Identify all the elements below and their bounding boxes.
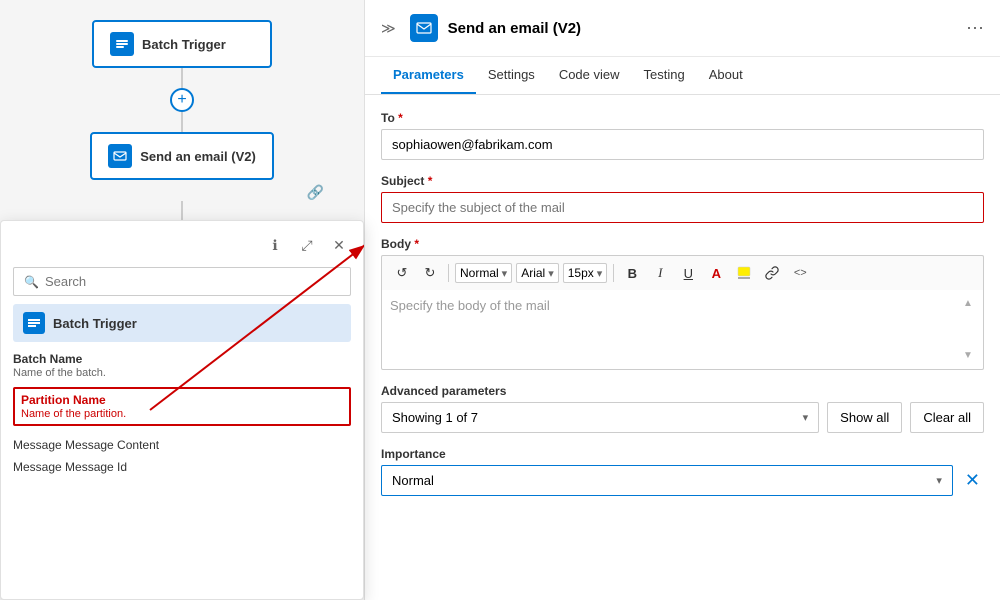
right-panel: ≫ Send an email (V2) ⋯ Parameters Settin…: [365, 0, 1000, 600]
importance-dropdown[interactable]: Normal ▾: [381, 465, 953, 496]
to-input[interactable]: [381, 129, 984, 160]
scroll-up-arrow[interactable]: ▲: [963, 298, 973, 309]
popup-header: ℹ ⤢ ✕: [13, 233, 351, 257]
partition-name-title: Partition Name: [21, 393, 343, 407]
importance-row: Importance Normal ▾ ✕: [381, 447, 984, 496]
highlight-btn[interactable]: [732, 261, 756, 285]
body-placeholder: Specify the body of the mail: [390, 298, 961, 361]
font-chevron: ▾: [548, 267, 554, 280]
info-btn[interactable]: ℹ: [263, 233, 287, 257]
action-title: Send an email (V2): [448, 20, 956, 37]
show-all-btn[interactable]: Show all: [827, 402, 902, 433]
batch-name-title: Batch Name: [13, 352, 351, 366]
clear-all-btn[interactable]: Clear all: [910, 402, 984, 433]
more-options-btn[interactable]: ⋯: [966, 18, 984, 39]
send-email-icon: [108, 144, 132, 168]
tab-about[interactable]: About: [697, 57, 755, 94]
search-input[interactable]: [45, 274, 340, 289]
selected-trigger[interactable]: Batch Trigger: [13, 304, 351, 342]
field-picker-popup: ℹ ⤢ ✕ 🔍 Batch Trigger Batch Name Name of…: [0, 220, 364, 600]
style-label: Normal: [460, 266, 499, 280]
workflow-canvas: Batch Trigger + Send an email (V2) 🔗 + ℹ…: [0, 0, 365, 600]
message-content-link[interactable]: Message Message Content: [13, 434, 351, 456]
search-box[interactable]: 🔍: [13, 267, 351, 296]
tab-code-view[interactable]: Code view: [547, 57, 632, 94]
showing-chevron: ▾: [803, 411, 809, 424]
connector-2: [181, 112, 183, 132]
expand-btn[interactable]: ⤢: [295, 233, 319, 257]
highlight-icon: [737, 266, 751, 280]
send-email-label: Send an email (V2): [140, 149, 256, 164]
rich-toolbar: ↺ ↻ Normal ▾ Arial ▾ 15px ▾ B I: [381, 255, 984, 290]
search-icon: 🔍: [24, 275, 39, 289]
font-dropdown[interactable]: Arial ▾: [516, 263, 559, 283]
subject-label: Subject *: [381, 174, 984, 188]
importance-label: Importance: [381, 447, 984, 461]
message-id-link[interactable]: Message Message Id: [13, 456, 351, 478]
collapse-btn[interactable]: ≫: [381, 20, 396, 37]
batch-trigger-node[interactable]: Batch Trigger: [92, 20, 272, 68]
advanced-params-row: Advanced parameters Showing 1 of 7 ▾ Sho…: [381, 384, 984, 433]
adv-controls: Showing 1 of 7 ▾ Show all Clear all: [381, 402, 984, 433]
tab-parameters[interactable]: Parameters: [381, 57, 476, 94]
code-btn[interactable]: <>: [788, 261, 812, 285]
batch-name-field[interactable]: Batch Name Name of the batch.: [13, 352, 351, 379]
link-btn[interactable]: [760, 261, 784, 285]
close-btn[interactable]: ✕: [327, 233, 351, 257]
action-icon: [410, 14, 438, 42]
advanced-label: Advanced parameters: [381, 384, 984, 398]
body-label: Body *: [381, 237, 984, 251]
style-dropdown[interactable]: Normal ▾: [455, 263, 512, 283]
redo-btn[interactable]: ↻: [418, 261, 442, 285]
undo-btn[interactable]: ↺: [390, 261, 414, 285]
batch-name-desc: Name of the batch.: [13, 367, 351, 379]
connector-1: [181, 68, 183, 88]
showing-text: Showing 1 of 7: [392, 410, 478, 425]
batch-trigger-icon: [110, 32, 134, 56]
tab-testing[interactable]: Testing: [632, 57, 697, 94]
body-editor[interactable]: Specify the body of the mail ▲ ▼: [381, 290, 984, 370]
partition-name-desc: Name of the partition.: [21, 408, 343, 420]
form-content: To * Subject * Body * ↺ ↻ Normal: [365, 95, 1000, 600]
connector-3: [181, 201, 183, 221]
link-icon: 🔗: [307, 184, 324, 200]
font-color-btn[interactable]: A: [704, 261, 728, 285]
showing-dropdown[interactable]: Showing 1 of 7 ▾: [381, 402, 819, 433]
size-chevron: ▾: [597, 267, 603, 280]
size-dropdown[interactable]: 15px ▾: [563, 263, 608, 283]
add-between-btn-1[interactable]: +: [170, 88, 194, 112]
bold-btn[interactable]: B: [620, 261, 644, 285]
importance-clear-btn[interactable]: ✕: [961, 466, 984, 495]
send-email-node[interactable]: Send an email (V2): [90, 132, 274, 180]
divider-2: [613, 264, 614, 282]
importance-chevron: ▾: [936, 474, 942, 487]
importance-controls: Normal ▾ ✕: [381, 465, 984, 496]
partition-name-field[interactable]: Partition Name Name of the partition.: [13, 387, 351, 426]
link-icon: [765, 266, 779, 280]
scroll-down-arrow[interactable]: ▼: [963, 350, 973, 361]
importance-value: Normal: [392, 473, 434, 488]
action-header: ≫ Send an email (V2) ⋯: [365, 0, 1000, 57]
body-field-row: Body * ↺ ↻ Normal ▾ Arial ▾ 15px ▾: [381, 237, 984, 370]
underline-btn[interactable]: U: [676, 261, 700, 285]
batch-trigger-label: Batch Trigger: [142, 37, 226, 52]
size-label: 15px: [568, 266, 594, 280]
trigger-icon: [23, 312, 45, 334]
tab-bar: Parameters Settings Code view Testing Ab…: [365, 57, 1000, 95]
tab-settings[interactable]: Settings: [476, 57, 547, 94]
subject-input[interactable]: [381, 192, 984, 223]
to-label: To *: [381, 111, 984, 125]
trigger-label: Batch Trigger: [53, 316, 137, 331]
divider-1: [448, 264, 449, 282]
italic-btn[interactable]: I: [648, 261, 672, 285]
subject-field-row: Subject *: [381, 174, 984, 223]
style-chevron: ▾: [502, 267, 508, 280]
to-field-row: To *: [381, 111, 984, 160]
font-label: Arial: [521, 266, 545, 280]
